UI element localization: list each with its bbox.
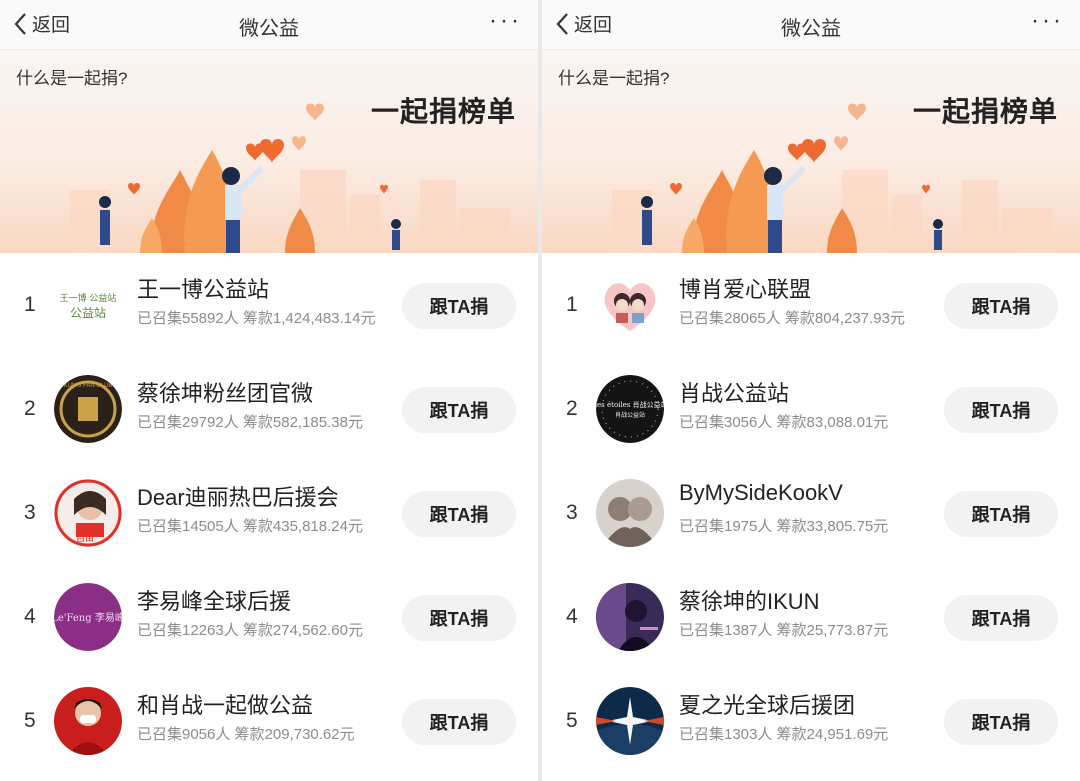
fan-club-name[interactable]: 肖战公益站 <box>679 376 789 408</box>
avatar-logo-text: 自由 <box>76 532 94 543</box>
follow-donate-button[interactable]: 跟TA捐 <box>402 283 516 329</box>
follow-donate-button[interactable]: 跟TA捐 <box>402 699 516 745</box>
fan-club-name[interactable]: 王一博公益站 <box>137 272 269 304</box>
ranking-row: 2 KUN'S FAN CLUB 蔡徐坤粉丝团官微 已召集29792人 筹款58… <box>0 357 538 461</box>
donation-stats: 已召集14505人 筹款435,818.24元 <box>137 518 363 535</box>
follow-donate-button[interactable]: 跟TA捐 <box>944 595 1058 641</box>
rank-number: 2 <box>566 397 578 420</box>
charity-illustration <box>612 103 1052 253</box>
rank-number: 4 <box>566 605 578 628</box>
page-title: 微公益 <box>781 18 841 40</box>
ranking-row: 5 夏之光全球后援团 已召集1303人 筹款24,951.69元 跟TA捐 <box>542 669 1080 773</box>
fan-club-name[interactable]: ByMySideKookV <box>679 480 843 506</box>
avatar[interactable]: KUN'S FAN CLUB <box>54 375 122 443</box>
avatar-logo-text: KUN'S FAN CLUB <box>64 383 113 389</box>
person-right-figure <box>933 219 943 250</box>
rank-number: 3 <box>24 501 36 524</box>
screenshot: 返回 微公益 ··· 什么是一起捐? 一起捐榜单 1 王一博 公益站 公益站 王… <box>0 0 1080 781</box>
rank-number: 4 <box>24 605 36 628</box>
person-center-figure <box>222 165 265 253</box>
avatar[interactable] <box>54 687 122 755</box>
person-left-figure <box>99 196 111 245</box>
rank-number: 3 <box>566 501 578 524</box>
donation-stats: 已召集29792人 筹款582,185.38元 <box>137 414 363 431</box>
avatar[interactable] <box>596 687 664 755</box>
page-title: 微公益 <box>239 18 299 40</box>
fan-club-name[interactable]: Dear迪丽热巴后援会 <box>137 480 339 512</box>
nav-bar: 返回 微公益 ··· <box>542 0 1080 50</box>
ranking-row: 4 Le'Feng 李易峰 李易峰全球后援 已召集12263人 筹款274,56… <box>0 565 538 669</box>
avatar-logo-text: Les étoiles 肖战公益站 <box>596 400 664 409</box>
donation-stats: 已召集3056人 筹款83,088.01元 <box>679 414 889 431</box>
avatar[interactable] <box>596 271 664 339</box>
follow-donate-button[interactable]: 跟TA捐 <box>402 491 516 537</box>
ranking-row: 1 博肖爱心联盟 已召集28065人 筹款804,237.93元 跟TA捐 <box>542 253 1080 357</box>
fan-club-name[interactable]: 和肖战一起做公益 <box>137 688 313 720</box>
fan-club-name[interactable]: 蔡徐坤的IKUN <box>679 584 820 616</box>
follow-donate-button[interactable]: 跟TA捐 <box>944 387 1058 433</box>
ranking-row: 3 ByMySideKookV 已召集1975人 筹款33,805.75元 跟T… <box>542 461 1080 565</box>
rank-number: 5 <box>566 709 578 732</box>
follow-donate-button[interactable]: 跟TA捐 <box>944 491 1058 537</box>
avatar[interactable]: Les étoiles 肖战公益站 肖战公益站 <box>596 375 664 443</box>
more-icon[interactable]: ··· <box>489 9 522 33</box>
person-left-figure <box>641 196 653 245</box>
charity-illustration <box>70 103 510 253</box>
avatar-logo-text: 王一博 公益站 <box>60 292 117 304</box>
avatar[interactable]: 王一博 公益站 公益站 <box>54 271 122 339</box>
rank-number: 1 <box>24 293 36 316</box>
donation-stats: 已召集28065人 筹款804,237.93元 <box>679 310 905 327</box>
donation-stats: 已召集12263人 筹款274,562.60元 <box>137 622 363 639</box>
rank-number: 2 <box>24 397 36 420</box>
ranking-row: 5 和肖战一起做公益 已召集9056人 筹款209,730.62元 跟TA捐 <box>0 669 538 773</box>
follow-donate-button[interactable]: 跟TA捐 <box>402 387 516 433</box>
avatar[interactable] <box>596 583 664 651</box>
follow-donate-button[interactable]: 跟TA捐 <box>944 699 1058 745</box>
avatar[interactable]: 自由 <box>54 479 122 547</box>
what-is-yiqijuan-link[interactable]: 什么是一起捐? <box>16 64 127 89</box>
fan-club-name[interactable]: 博肖爱心联盟 <box>679 272 811 304</box>
more-icon[interactable]: ··· <box>1031 9 1064 33</box>
svg-text:公益站: 公益站 <box>70 306 106 320</box>
donation-stats: 已召集9056人 筹款209,730.62元 <box>137 726 355 743</box>
ranking-row: 2 Les étoiles 肖战公益站 肖战公益站 肖战公益站 已召集3056人 … <box>542 357 1080 461</box>
ranking-row: 1 王一博 公益站 公益站 王一博公益站 已召集55892人 筹款1,424,48… <box>0 253 538 357</box>
svg-text:肖战公益站: 肖战公益站 <box>615 411 645 419</box>
person-right-figure <box>391 219 401 250</box>
fan-club-name[interactable]: 蔡徐坤粉丝团官微 <box>137 376 313 408</box>
ranking-list: 1 博肖爱心联盟 已召集28065人 筹款804,237.93元 跟TA捐 2 … <box>542 253 1080 773</box>
avatar-logo-text: Le'Feng 李易峰 <box>54 611 122 624</box>
ranking-banner: 什么是一起捐? 一起捐榜单 <box>0 50 538 253</box>
avatar[interactable] <box>596 479 664 547</box>
fan-club-name[interactable]: 夏之光全球后援团 <box>679 688 855 720</box>
follow-donate-button[interactable]: 跟TA捐 <box>402 595 516 641</box>
ranking-row: 3 自由 Dear迪丽热巴后援会 已召集14505人 筹款435,818.24元… <box>0 461 538 565</box>
what-is-yiqijuan-link[interactable]: 什么是一起捐? <box>558 64 669 89</box>
rank-number: 5 <box>24 709 36 732</box>
donation-stats: 已召集55892人 筹款1,424,483.14元 <box>137 310 376 327</box>
right-screen: 返回 微公益 ··· 什么是一起捐? 一起捐榜单 1 博肖爱心联盟 已召集280… <box>542 0 1080 781</box>
fan-club-name[interactable]: 李易峰全球后援 <box>137 584 291 616</box>
follow-donate-button[interactable]: 跟TA捐 <box>944 283 1058 329</box>
left-screen: 返回 微公益 ··· 什么是一起捐? 一起捐榜单 1 王一博 公益站 公益站 王… <box>0 0 538 781</box>
ranking-list: 1 王一博 公益站 公益站 王一博公益站 已召集55892人 筹款1,424,48… <box>0 253 538 773</box>
ranking-banner: 什么是一起捐? 一起捐榜单 <box>542 50 1080 253</box>
avatar[interactable]: Le'Feng 李易峰 <box>54 583 122 651</box>
ranking-row: 4 蔡徐坤的IKUN 已召集1387人 筹款25,773.87元 跟TA捐 <box>542 565 1080 669</box>
donation-stats: 已召集1387人 筹款25,773.87元 <box>679 622 889 639</box>
donation-stats: 已召集1975人 筹款33,805.75元 <box>679 518 889 535</box>
nav-bar: 返回 微公益 ··· <box>0 0 538 50</box>
person-center-figure <box>764 165 807 253</box>
donation-stats: 已召集1303人 筹款24,951.69元 <box>679 726 889 743</box>
rank-number: 1 <box>566 293 578 316</box>
